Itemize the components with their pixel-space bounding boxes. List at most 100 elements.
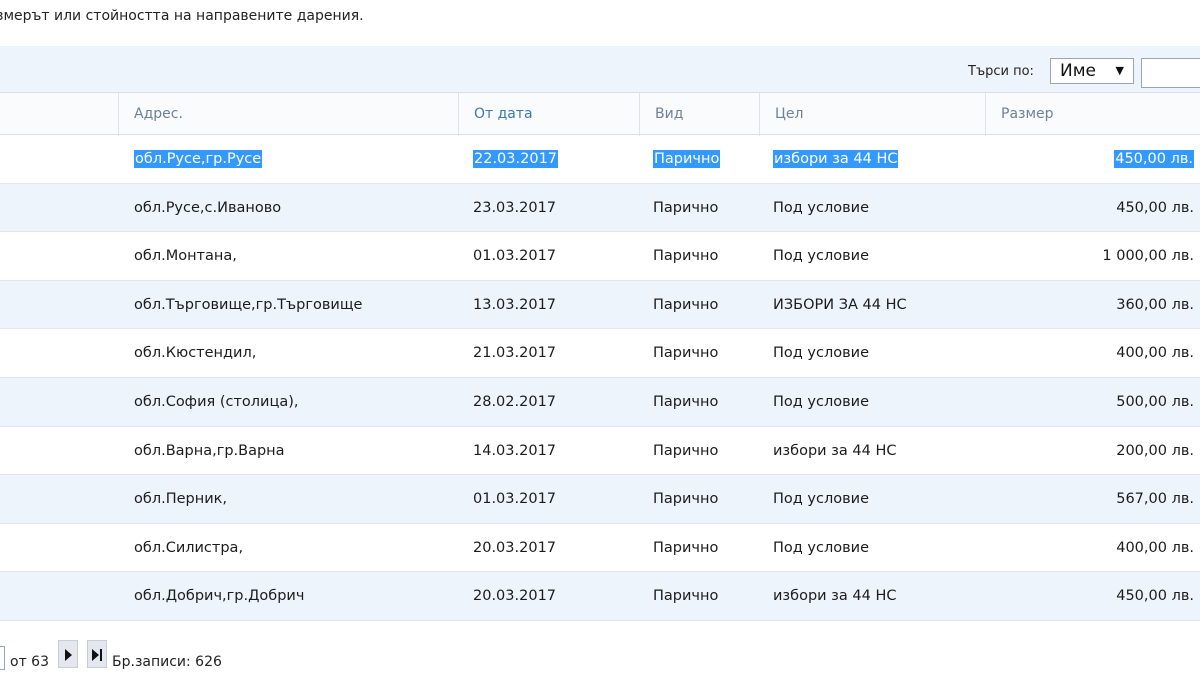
table-row[interactable]: обл.Добрич,гр.Добрич 20.03.2017 Парично изб…: [0, 572, 1200, 621]
cell-date-text: 01.03.2017: [473, 248, 557, 265]
cell-kind: Парично: [653, 572, 718, 620]
record-count: Бр.записи: 626: [112, 654, 222, 670]
cell-goal-text: избори за 44 НС: [773, 150, 899, 168]
cell-address: обл.Русе,с.Иваново: [134, 184, 281, 232]
cell-amount-text: 450,00 лв.: [1114, 150, 1194, 168]
column-header-address[interactable]: Адрес.: [118, 93, 458, 136]
cell-amount: 500,00 лв.: [1116, 378, 1194, 426]
cell-date-text: 20.03.2017: [473, 588, 557, 605]
cell-address-text: обл.Перник,: [134, 491, 227, 508]
column-header-kind[interactable]: Вид: [639, 93, 759, 136]
cell-kind-text: Парично: [653, 442, 719, 459]
cell-date: 28.02.2017: [473, 378, 556, 426]
cell-address: обл.Варна,гр.Варна: [134, 427, 285, 475]
cell-address-text: обл.Русе,с.Иваново: [134, 199, 282, 216]
cell-amount: 1 000,00 лв.: [1102, 232, 1194, 280]
cell-address-text: обл.Варна,гр.Варна: [134, 442, 285, 459]
play-icon: [65, 649, 72, 661]
cell-kind-text: Парично: [653, 199, 719, 216]
cell-goal: избори за 44 НС: [773, 572, 896, 620]
cell-goal: Под условие: [773, 524, 869, 572]
cell-kind-text: Парично: [653, 150, 721, 168]
cell-kind: Парично: [653, 281, 718, 329]
cell-address: обл.Русе,гр.Русе: [134, 135, 263, 183]
cell-address: обл.Търговище,гр.Търговище: [134, 281, 362, 329]
table-row[interactable]: обл.Силистра, 20.03.2017 Парично Под услови…: [0, 524, 1200, 573]
cell-amount: 567,00 лв.: [1116, 475, 1194, 523]
skip-end-icon: [92, 649, 99, 661]
cell-date-text: 23.03.2017: [473, 199, 557, 216]
next-page-button[interactable]: [58, 640, 78, 668]
cell-kind: Парично: [653, 378, 718, 426]
table-row[interactable]: обл.Перник, 01.03.2017 Парично Под условие 5…: [0, 475, 1200, 524]
cell-goal: избори за 44 НС: [773, 135, 899, 183]
table-row[interactable]: обл.Монтана, 01.03.2017 Парично Под условие…: [0, 232, 1200, 281]
search-field-selected: Име: [1060, 61, 1097, 81]
cell-address-text: обл.Русе,гр.Русе: [134, 150, 263, 168]
cell-kind-text: Парично: [653, 588, 719, 605]
skip-end-bar: [100, 649, 102, 661]
cell-kind: Парично: [653, 135, 721, 183]
cell-amount-text: 400,00 лв.: [1116, 345, 1194, 362]
table-body: обл.Русе,гр.Русе 22.03.2017 Парично избори …: [0, 135, 1200, 621]
cell-date: 23.03.2017: [473, 184, 556, 232]
cell-date-text: 22.03.2017: [473, 150, 559, 168]
column-header-goal[interactable]: Цел: [759, 93, 985, 136]
cell-kind-text: Парично: [653, 393, 719, 410]
cell-amount-text: 360,00 лв.: [1116, 296, 1194, 313]
cell-date: 22.03.2017: [473, 135, 559, 183]
cell-address-text: обл.Търговище,гр.Търговище: [134, 296, 363, 313]
cell-date-text: 13.03.2017: [473, 296, 557, 313]
column-header-from-date[interactable]: От дата: [458, 93, 639, 136]
page-number-input[interactable]: [0, 646, 5, 670]
cell-address-text: обл.Кюстендил,: [134, 345, 257, 362]
cell-amount: 450,00 лв.: [1116, 572, 1194, 620]
table-row[interactable]: обл.Кюстендил, 21.03.2017 Парично Под услов…: [0, 329, 1200, 378]
cell-amount: 400,00 лв.: [1116, 524, 1194, 572]
cell-amount: 450,00 лв.: [1116, 184, 1194, 232]
page-count-label: от 63: [10, 654, 49, 670]
cell-date: 20.03.2017: [473, 524, 556, 572]
search-toolbar: Търси по: Име ▼: [0, 46, 1200, 92]
cell-address-text: обл.Силистра,: [134, 539, 244, 556]
search-field-select[interactable]: Име ▼: [1050, 58, 1134, 84]
cell-kind-text: Парично: [653, 248, 719, 265]
search-by-label: Търси по:: [968, 64, 1034, 79]
table-row[interactable]: обл.Търговище,гр.Търговище 13.03.2017 Пари…: [0, 280, 1200, 330]
cell-date: 01.03.2017: [473, 475, 556, 523]
cell-amount: 360,00 лв.: [1116, 281, 1194, 329]
cell-goal-text: Под условие: [773, 539, 869, 556]
table-row[interactable]: обл.Русе,гр.Русе 22.03.2017 Парично избори …: [0, 135, 1200, 184]
donations-table: Адрес. От дата Вид Цел Размер обл.Русе,г…: [0, 92, 1200, 621]
cell-goal-text: Под условие: [773, 199, 869, 216]
cell-goal-text: избори за 44 НС: [773, 442, 897, 459]
cell-amount-text: 1 000,00 лв.: [1102, 248, 1194, 265]
table-row[interactable]: обл.София (столица), 28.02.2017 Парично Под…: [0, 377, 1200, 427]
cell-address: обл.Перник,: [134, 475, 227, 523]
table-row[interactable]: обл.Варна,гр.Варна 14.03.2017 Парично избор…: [0, 427, 1200, 476]
cell-kind: Парично: [653, 329, 718, 377]
cell-address: обл.Кюстендил,: [134, 329, 256, 377]
cell-goal: Под условие: [773, 475, 869, 523]
last-page-button[interactable]: [87, 640, 107, 668]
cell-date: 21.03.2017: [473, 329, 556, 377]
table-row[interactable]: обл.Русе,с.Иваново 23.03.2017 Парично Под у…: [0, 183, 1200, 233]
column-header-amount[interactable]: Размер: [985, 93, 1200, 136]
cell-kind: Парично: [653, 524, 718, 572]
cell-kind: Парично: [653, 427, 718, 475]
cell-date: 01.03.2017: [473, 232, 556, 280]
cell-amount-text: 450,00 лв.: [1116, 199, 1194, 216]
cell-kind-text: Парично: [653, 491, 719, 508]
cell-goal-text: избори за 44 НС: [773, 588, 897, 605]
cell-goal: Под условие: [773, 232, 869, 280]
cell-date-text: 14.03.2017: [473, 442, 557, 459]
cell-amount-text: 500,00 лв.: [1116, 393, 1194, 410]
cell-amount-text: 567,00 лв.: [1116, 491, 1194, 508]
cell-kind-text: Парично: [653, 345, 719, 362]
search-input[interactable]: [1141, 58, 1200, 88]
cell-amount: 400,00 лв.: [1116, 329, 1194, 377]
dropdown-arrow-icon: ▼: [1115, 64, 1124, 77]
cell-goal-text: Под условие: [773, 491, 869, 508]
cell-kind: Парично: [653, 232, 718, 280]
cell-address-text: обл.Монтана,: [134, 248, 237, 265]
